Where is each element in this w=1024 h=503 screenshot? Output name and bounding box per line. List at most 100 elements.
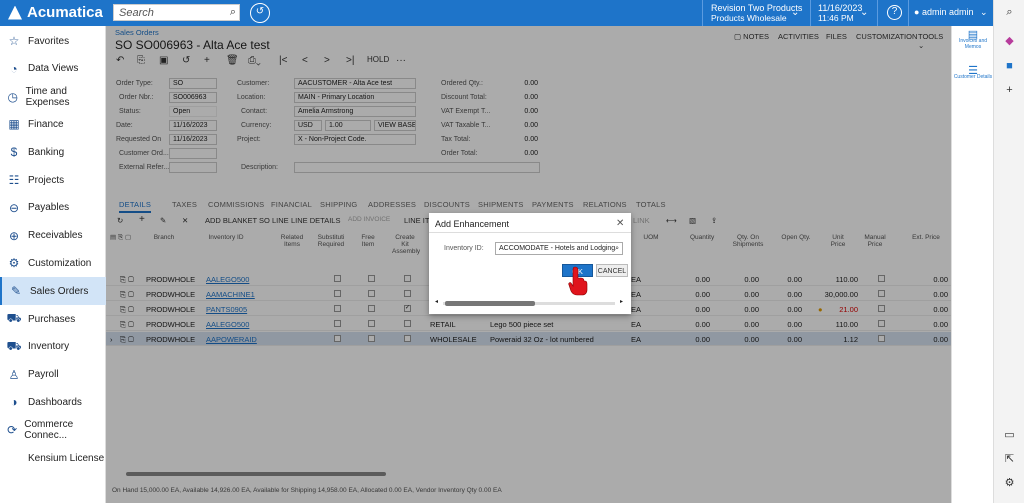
gear-icon: ⚙	[8, 256, 20, 271]
branch-sub: Products Wholesale	[711, 13, 787, 23]
logo-text: Acumatica	[27, 4, 103, 21]
settings-icon[interactable]: ⚙	[1002, 476, 1017, 491]
divider	[702, 0, 703, 26]
divider	[810, 0, 811, 26]
inventory-id-label: Inventory ID:	[444, 245, 484, 252]
branch-name: Revision Two Products	[711, 3, 803, 13]
divider	[429, 232, 631, 233]
acumatica-logo[interactable]: Acumatica	[8, 4, 103, 21]
sidebar-item-favorites[interactable]: ☆ Favorites	[0, 27, 106, 55]
logo-icon	[8, 5, 22, 20]
sidebar-item-label: Finance	[28, 118, 64, 130]
dashboard-icon: ◑	[10, 395, 18, 410]
plus-circle-icon: ⊕	[8, 228, 20, 243]
search-icon[interactable]: ⌕	[230, 6, 236, 19]
sidebar-item-label: Purchases	[28, 313, 76, 325]
divider	[877, 0, 878, 26]
sidebar-item-label: Payables	[28, 202, 70, 214]
business-time: 11:46 PM	[818, 13, 854, 23]
add-icon[interactable]: +	[1002, 84, 1017, 99]
sidebar-item-commerce-connec[interactable]: ⟳ Commerce Connec...	[0, 416, 106, 444]
date-selector[interactable]: 11/16/2023 11:46 PM	[818, 3, 862, 23]
user-icon: ●	[914, 7, 920, 17]
minus-circle-icon: ⊖	[8, 200, 20, 215]
cancel-button[interactable]: CANCEL	[596, 264, 628, 277]
sidebar-item-banking[interactable]: $ Banking	[0, 138, 106, 166]
top-bar: Acumatica Search ⌕ ↺ Revision Two Product…	[0, 0, 1024, 26]
chevron-down-icon[interactable]: ⌄	[860, 7, 868, 18]
calculator-icon: ▦	[8, 117, 20, 132]
user-menu[interactable]: ● admin admin ⌄	[914, 7, 988, 18]
sidebar-item-label: Receivables	[28, 230, 83, 242]
sidebar: ☆ Favorites ◔ Data Views ◷ Time and Expenses ▦…	[0, 26, 106, 503]
star-icon: ☆	[8, 34, 20, 48]
sync-icon: ⟳	[7, 423, 18, 438]
cart-icon: ⛟	[6, 311, 22, 325]
external-link-icon[interactable]: ⇱	[1002, 452, 1017, 467]
clock-icon: ◷	[7, 89, 19, 104]
sidebar-item-inventory[interactable]: ⛟ Inventory	[0, 333, 106, 361]
sidebar-item-label: Payroll	[28, 369, 59, 381]
copilot-icon[interactable]: ◆	[1002, 34, 1017, 49]
sidebar-item-label: Kensium License	[28, 452, 105, 464]
sidebar-item-time-and-expenses[interactable]: ◷ Time and Expenses	[0, 83, 106, 111]
sidebar-item-label: Banking	[28, 146, 65, 158]
dollar-icon: $	[10, 145, 18, 160]
chevron-down-icon: ⌄	[980, 7, 988, 17]
sidebar-item-receivables[interactable]: ⊕ Receivables	[0, 222, 106, 250]
add-enhancement-dialog: Add Enhancement ✕ Inventory ID: ACCOMODA…	[429, 213, 631, 314]
close-icon[interactable]: ✕	[616, 218, 624, 229]
sidebar-item-label: Projects	[28, 174, 65, 186]
sidebar-item-payroll[interactable]: ♙ Payroll	[0, 361, 106, 389]
business-date: 11/16/2023	[818, 3, 863, 13]
sidebar-item-label: Time and Expenses	[25, 85, 70, 108]
customer-details-link[interactable]: ☰ Customer Details	[952, 66, 994, 81]
history-icon[interactable]: ↺	[250, 3, 270, 23]
chevron-down-icon[interactable]: ⌄	[791, 7, 799, 18]
panel-icon[interactable]: ▭	[1002, 428, 1017, 443]
sidebar-item-label: Sales Orders	[30, 285, 89, 297]
sidebar-item-label: Inventory	[28, 341, 70, 353]
sidebar-item-kensium-license[interactable]: Kensium License	[0, 444, 106, 472]
search-icon[interactable]: ⌕	[615, 245, 619, 253]
divider	[908, 0, 909, 26]
search-input[interactable]: Search ⌕	[113, 4, 240, 21]
sidebar-item-label: Customization	[28, 257, 92, 269]
help-icon[interactable]: ?	[887, 5, 902, 20]
customer-details-label: Customer Details	[953, 74, 993, 80]
search-icon[interactable]: ⌕	[1002, 6, 1017, 21]
dialog-title: Add Enhancement	[435, 219, 510, 229]
dialog-scrollbar[interactable]: ◂ ▸	[435, 298, 625, 306]
sidebar-item-dashboards[interactable]: ◑ Dashboards	[0, 388, 106, 416]
invoices-label: Invoices and Memos	[958, 38, 988, 50]
sidebar-item-purchases[interactable]: ⛟ Purchases	[0, 305, 106, 333]
sidebar-item-label: Dashboards	[28, 396, 82, 408]
sidebar-item-finance[interactable]: ▦ Finance	[0, 110, 106, 138]
right-panel: ▤ Invoices and Memos ☰ Customer Details	[951, 26, 993, 503]
scroll-right-icon[interactable]: ▸	[620, 298, 623, 305]
edit-icon: ✎	[10, 284, 22, 299]
inventory-id-value: ACCOMODATE - Hotels and Lodging	[499, 245, 616, 252]
sidebar-item-customization[interactable]: ⚙ Customization	[0, 249, 106, 277]
person-icon: ♙	[8, 367, 20, 382]
inventory-id-field[interactable]: ACCOMODATE - Hotels and Lodging ⌕	[495, 242, 623, 255]
sidebar-item-label: Commerce Connec...	[24, 419, 74, 442]
sidebar-item-label: Data Views	[28, 63, 79, 75]
invoices-memos-link[interactable]: ▤ Invoices and Memos	[952, 30, 994, 51]
outlook-icon[interactable]: ■	[1002, 60, 1017, 75]
pointer-hand-icon	[568, 266, 588, 296]
far-right-bar: ⌕ ◆ ■ + ▭ ⇱ ⚙	[993, 0, 1024, 503]
projects-icon: ☷	[8, 173, 20, 187]
sidebar-item-projects[interactable]: ☷ Projects	[0, 166, 106, 194]
sidebar-item-payables[interactable]: ⊖ Payables	[0, 194, 106, 222]
scroll-thumb[interactable]	[445, 301, 535, 306]
sidebar-item-data-views[interactable]: ◔ Data Views	[0, 55, 106, 83]
truck-icon: ⛟	[6, 338, 22, 353]
chart-icon: ◔	[10, 61, 18, 76]
search-placeholder: Search	[119, 7, 154, 19]
sidebar-item-label: Favorites	[28, 35, 70, 47]
scroll-left-icon[interactable]: ◂	[435, 298, 438, 305]
user-name: admin admin	[921, 7, 974, 17]
sidebar-item-sales-orders[interactable]: ✎ Sales Orders	[0, 277, 106, 306]
branch-selector[interactable]: Revision Two Products Products Wholesale	[711, 3, 802, 23]
